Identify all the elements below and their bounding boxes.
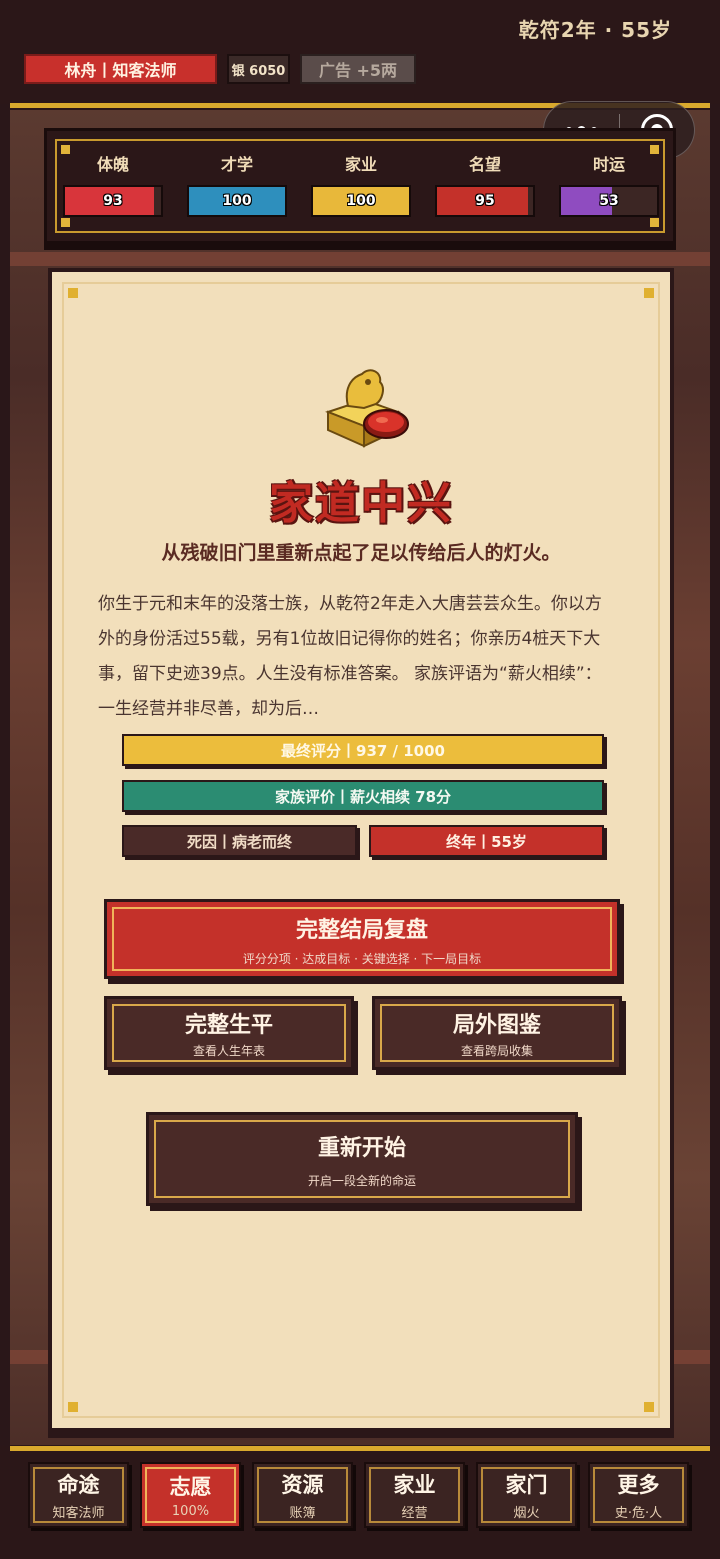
nav-tab-sub: 100%	[171, 1504, 210, 1519]
ad-reward-button[interactable]: 广告 +5两	[300, 54, 416, 84]
nav-tab-more[interactable]: 更多 史·危·人	[588, 1462, 689, 1528]
nav-tab-title: 家门	[505, 1473, 548, 1497]
button-subtitle: 查看跨局收集	[460, 1044, 533, 1058]
date-age-label: 乾符2年 · 55岁	[518, 18, 672, 42]
stat-label: 家业	[344, 155, 377, 174]
family-rating-bar: 家族评价丨薪火相续 78分	[122, 780, 604, 812]
stat-value: 93	[103, 193, 123, 209]
nav-tab-title: 志愿	[169, 1475, 212, 1499]
stat-fortune: 时运 53	[559, 151, 659, 217]
stat-bar: 100	[311, 185, 411, 217]
stat-bar: 95	[435, 185, 535, 217]
corner-ornament	[650, 218, 659, 227]
full-review-button[interactable]: 完整结局复盘 评分分项 · 达成目标 · 关键选择 · 下一局目标	[104, 899, 620, 979]
button-subtitle: 评分分项 · 达成目标 · 关键选择 · 下一局目标	[242, 951, 482, 966]
age-at-death-bar: 终年丨55岁	[369, 825, 604, 857]
nav-tab-sub: 史·危·人	[614, 1506, 663, 1521]
nav-divider	[10, 1446, 710, 1451]
button-title: 重新开始	[317, 1135, 406, 1161]
collection-atlas-button[interactable]: 局外图鉴 查看跨局收集	[372, 996, 622, 1070]
nav-tab-destiny[interactable]: 命途 知客法师	[28, 1462, 129, 1528]
nav-tab-title: 资源	[281, 1473, 324, 1497]
stat-value: 95	[475, 193, 495, 209]
corner-ornament	[68, 1402, 78, 1412]
nav-tab-household[interactable]: 家门 烟火	[476, 1462, 577, 1528]
ending-title: 家道中兴	[269, 478, 453, 529]
cause-of-death-bar: 死因丨病老而终	[122, 825, 357, 857]
stat-value: 53	[599, 193, 619, 209]
top-bar: 乾符2年 · 55岁 林舟丨知客法师 银 6050 广告 +5两	[0, 0, 720, 104]
button-title: 完整结局复盘	[295, 917, 428, 943]
restart-button[interactable]: 重新开始 开启一段全新的命运	[146, 1112, 578, 1206]
corner-ornament	[68, 288, 78, 298]
stat-label: 体魄	[96, 155, 129, 174]
stat-learning: 才学 100	[187, 151, 287, 217]
stat-bar: 53	[559, 185, 659, 217]
nav-tab-sub: 账簿	[289, 1506, 316, 1521]
bottom-nav: 命途 知客法师 志愿 100% 资源 账簿 家业 经营 家门 烟火 更多 史·危…	[0, 1446, 720, 1559]
roof-stripe	[10, 252, 710, 266]
button-subtitle: 开启一段全新的命运	[307, 1173, 416, 1188]
stat-bar: 100	[187, 185, 287, 217]
jade-seal-icon	[325, 369, 409, 448]
full-biography-button[interactable]: 完整生平 查看人生年表	[104, 996, 354, 1070]
stat-reputation: 名望 95	[435, 151, 535, 217]
corner-ornament	[644, 288, 654, 298]
stat-estate: 家业 100	[311, 151, 411, 217]
nav-tab-sub: 知客法师	[52, 1506, 105, 1521]
nav-tab-resources[interactable]: 资源 账簿	[252, 1462, 353, 1528]
stat-value: 100	[346, 193, 376, 209]
ending-card: 家道中兴 从残破旧门里重新点起了足以传给后人的灯火。 你生于元和末年的没落士族，…	[48, 268, 674, 1432]
corner-ornament	[644, 1402, 654, 1412]
stat-label: 时运	[592, 155, 625, 174]
corner-ornament	[61, 218, 70, 227]
nav-tab-title: 命途	[57, 1473, 100, 1497]
final-score-bar: 最终评分丨937 / 1000	[122, 734, 604, 766]
stat-bar: 93	[63, 185, 163, 217]
ending-subtitle: 从残破旧门里重新点起了足以传给后人的灯火。	[161, 542, 561, 564]
nav-tab-sub: 经营	[401, 1506, 428, 1521]
button-subtitle: 查看人生年表	[192, 1044, 265, 1058]
stat-physique: 体魄 93	[63, 151, 163, 217]
button-title: 局外图鉴	[452, 1013, 541, 1038]
character-name-chip[interactable]: 林舟丨知客法师	[24, 54, 217, 84]
nav-tab-estate[interactable]: 家业 经营	[364, 1462, 465, 1528]
silver-count-chip: 银 6050	[227, 54, 290, 84]
nav-tab-sub: 烟火	[513, 1506, 540, 1521]
nav-tab-aspiration[interactable]: 志愿 100%	[140, 1462, 241, 1528]
stat-value: 100	[222, 193, 252, 209]
stats-panel: 体魄 93 才学 100 家业 100 名望 95 时运 53	[44, 128, 676, 244]
nav-tab-title: 家业	[393, 1473, 436, 1497]
nav-tab-title: 更多	[617, 1473, 660, 1497]
button-title: 完整生平	[184, 1013, 273, 1038]
ending-description: 你生于元和末年的没落士族，从乾符2年走入大唐芸芸众生。你以方外的身份活过55载，…	[98, 594, 602, 719]
stat-label: 名望	[468, 155, 501, 174]
stat-label: 才学	[220, 155, 253, 174]
